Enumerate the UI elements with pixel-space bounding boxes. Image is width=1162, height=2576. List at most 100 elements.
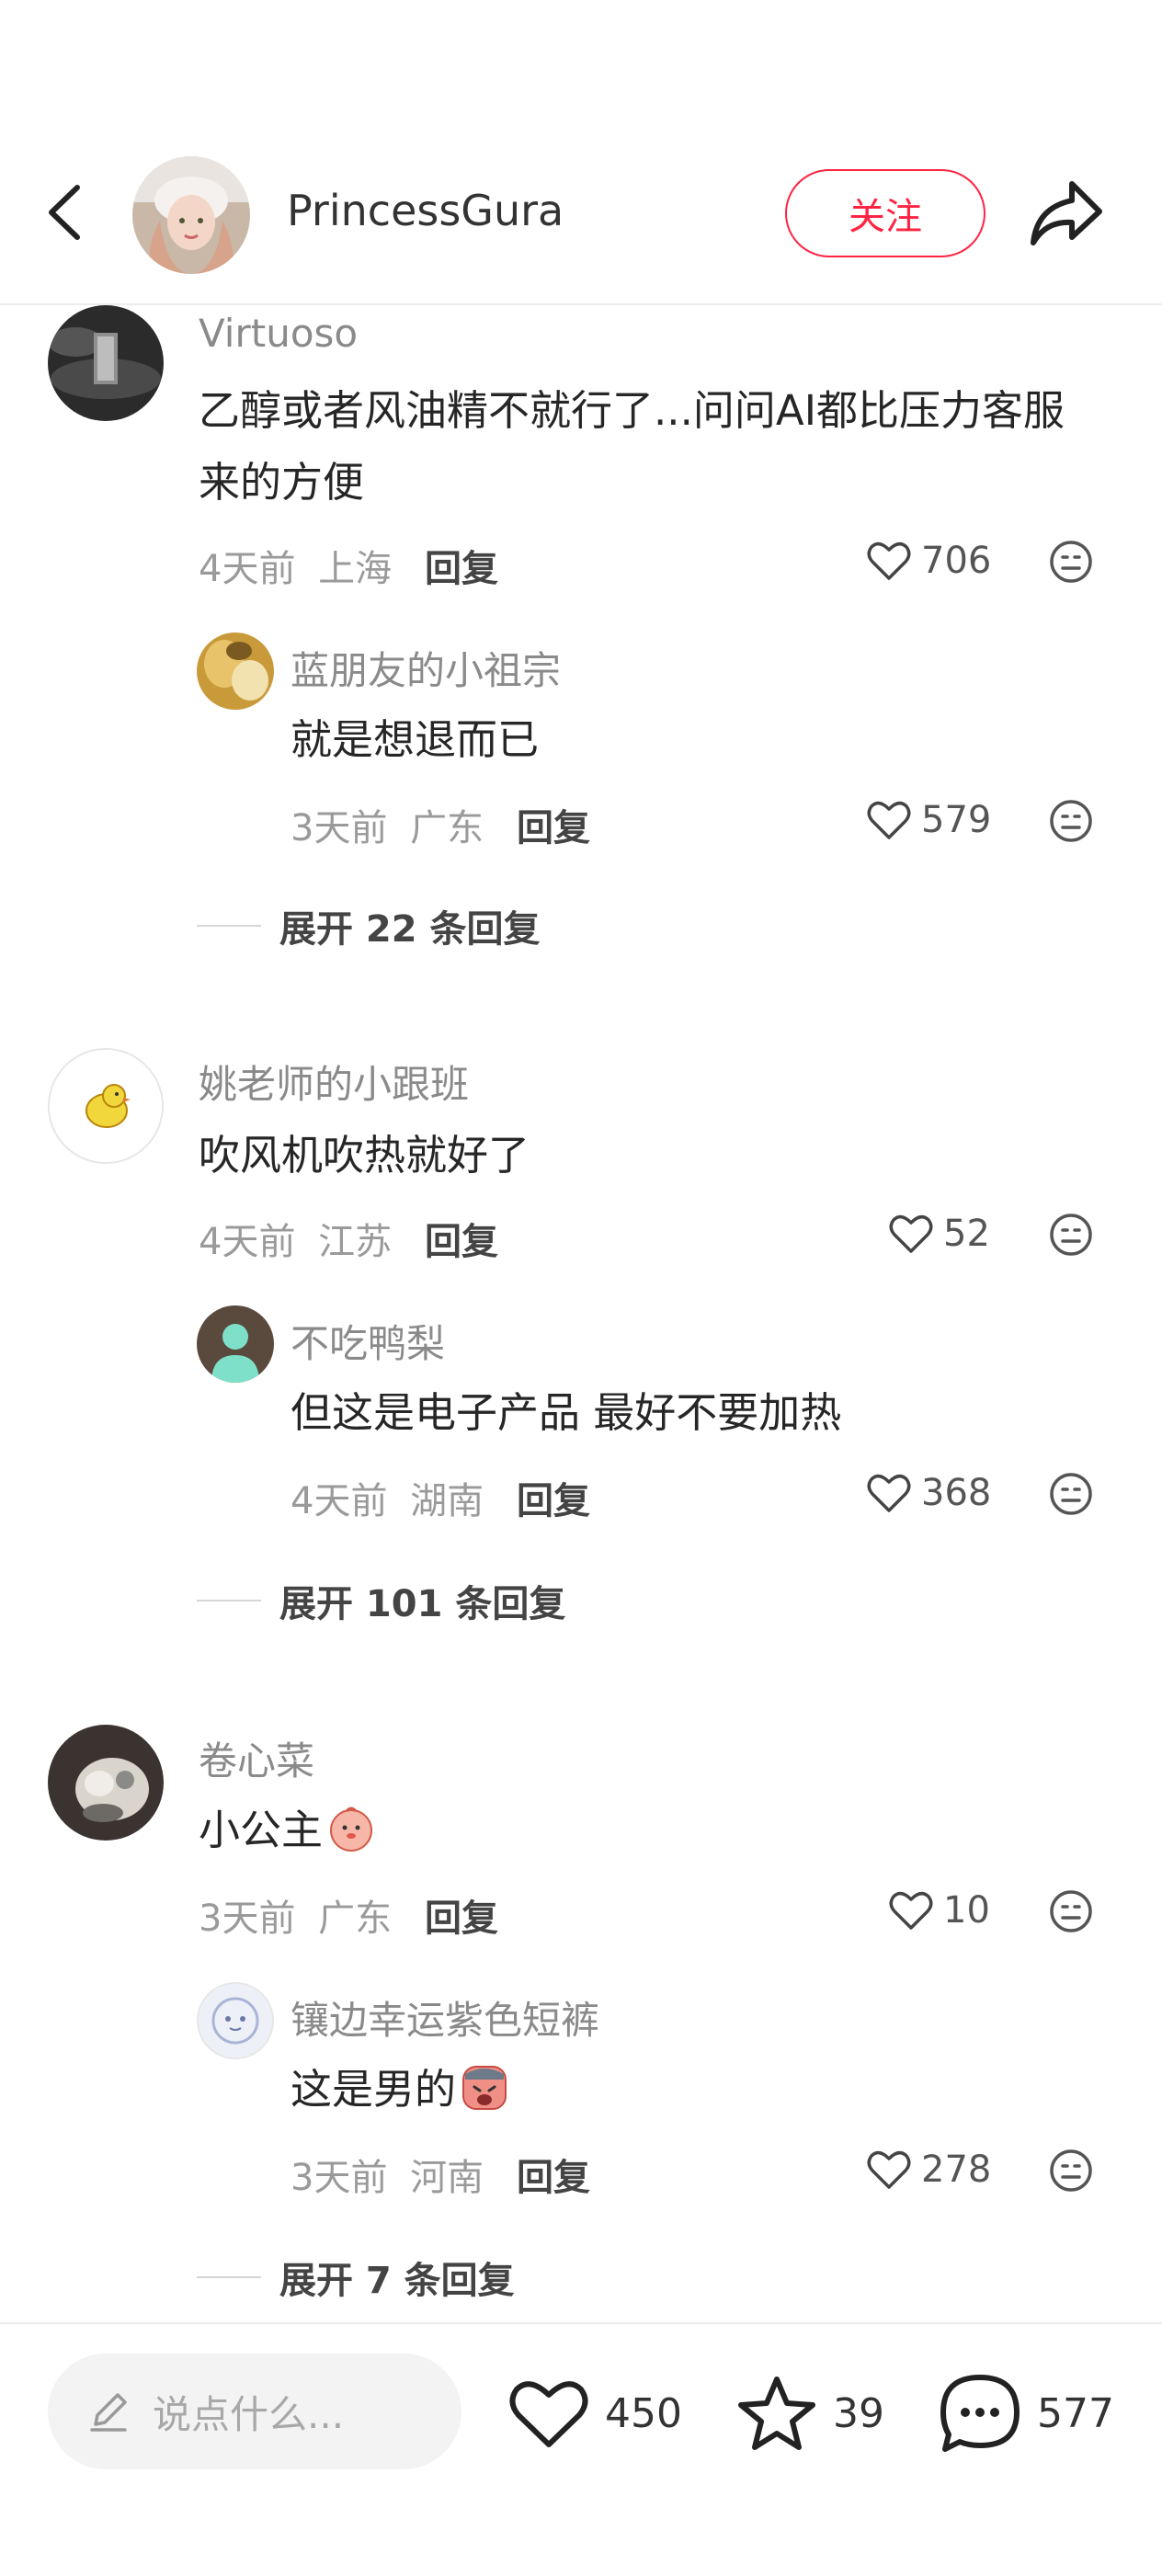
heart-icon <box>867 541 911 580</box>
emoji-face-icon <box>1050 2149 1092 2192</box>
emoji-face-icon <box>1050 800 1092 842</box>
collect-post-button[interactable]: 39 <box>735 2372 884 2455</box>
reply-button[interactable]: 回复 <box>425 539 498 592</box>
emoji-face-icon <box>1050 1473 1092 1515</box>
like-button[interactable]: 278 <box>866 2144 991 2195</box>
like-count: 52 <box>943 1213 990 1255</box>
back-arrow-icon <box>49 185 80 240</box>
chick-sticker-icon <box>326 1804 376 1853</box>
emoji-reaction-button[interactable] <box>1048 1888 1094 1934</box>
comment-location: 广东 <box>318 1898 393 1940</box>
like-count: 278 <box>921 2149 992 2191</box>
heart-icon <box>867 1474 911 1512</box>
reply-meta: 3天前 河南 <box>290 2148 484 2201</box>
emoji-face-icon <box>1050 541 1092 583</box>
comment-time: 4天前 <box>199 1221 296 1263</box>
share-icon <box>1031 181 1102 245</box>
expand-replies-button[interactable]: 展开 101 条回复 <box>197 1574 565 1627</box>
like-count: 706 <box>921 540 992 582</box>
commenter-name[interactable]: 卷心菜 <box>199 1730 314 1786</box>
post-like-count: 450 <box>605 2389 682 2437</box>
comment-input-placeholder: 说点什么... <box>153 2391 345 2437</box>
reply-button[interactable]: 回复 <box>517 798 590 851</box>
reply-meta: 3天前 广东 <box>290 798 484 851</box>
comment-text[interactable]: 乙醇或者风油精不就行了...问问AI都比压力客服来的方便 <box>199 375 1099 519</box>
comment-text[interactable]: 吹风机吹热就好了 <box>199 1120 530 1191</box>
emoji-reaction-button[interactable] <box>1048 798 1094 844</box>
heart-icon <box>889 1891 933 1930</box>
reply-time: 3天前 <box>290 2157 388 2199</box>
star-icon <box>738 2377 815 2450</box>
author-name[interactable]: PrincessGura <box>287 186 564 235</box>
commenter-avatar[interactable] <box>48 305 164 421</box>
divider-line <box>197 2276 261 2278</box>
reply-avatar[interactable] <box>197 1982 274 2059</box>
follow-button[interactable]: 关注 <box>785 169 985 257</box>
heart-icon <box>509 2381 588 2447</box>
commenter-avatar[interactable] <box>48 1725 164 1841</box>
share-button[interactable] <box>1026 177 1105 250</box>
back-button[interactable] <box>40 180 92 245</box>
comment-meta: 4天前 江苏 <box>199 1212 392 1265</box>
pencil-icon <box>90 2393 127 2432</box>
reply-location: 广东 <box>410 807 484 849</box>
reply-time: 3天前 <box>290 807 388 849</box>
emoji-reaction-button[interactable] <box>1048 1471 1094 1517</box>
like-button[interactable]: 706 <box>866 535 991 587</box>
reply-text[interactable]: 这是男的 <box>290 2054 509 2126</box>
replier-name[interactable]: 不吃鸭梨 <box>290 1313 445 1369</box>
comment-location: 江苏 <box>318 1221 393 1263</box>
commenter-name[interactable]: Virtuoso <box>199 311 358 356</box>
replier-name[interactable]: 蓝朋友的小祖宗 <box>290 640 561 696</box>
reply-avatar[interactable] <box>197 1305 274 1383</box>
reply-location: 湖南 <box>410 1480 484 1522</box>
reply-button[interactable]: 回复 <box>517 2148 590 2201</box>
reply-button[interactable]: 回复 <box>425 1212 498 1265</box>
like-count: 579 <box>921 799 992 841</box>
emoji-reaction-button[interactable] <box>1048 539 1094 585</box>
replier-name[interactable]: 镶边幸运紫色短裤 <box>290 1989 599 2046</box>
comment-time: 3天前 <box>199 1898 296 1940</box>
reply-button[interactable]: 回复 <box>517 1471 590 1524</box>
crying-face-sticker-icon <box>460 2063 509 2113</box>
comment-post-button[interactable]: 577 <box>938 2372 1114 2455</box>
post-comment-count: 577 <box>1037 2389 1114 2437</box>
like-button[interactable]: 579 <box>866 794 991 846</box>
like-post-button[interactable]: 450 <box>507 2372 682 2455</box>
top-nav-bar: PrincessGura 关注 <box>0 0 1162 305</box>
emoji-face-icon <box>1050 1890 1092 1932</box>
commenter-avatar[interactable] <box>48 1048 164 1164</box>
bottom-action-bar: 说点什么... 450 39 577 <box>0 2322 1162 2576</box>
like-button[interactable]: 10 <box>888 1885 990 1936</box>
comment-text-content: 小公主 <box>199 1806 324 1854</box>
reply-time: 4天前 <box>290 1480 388 1522</box>
like-button[interactable]: 368 <box>866 1467 991 1519</box>
heart-icon <box>867 2150 911 2189</box>
reply-location: 河南 <box>410 2157 484 2199</box>
expand-replies-label: 展开 101 条回复 <box>279 1583 566 1625</box>
heart-icon <box>889 1214 933 1253</box>
comment-meta: 3天前 广东 <box>199 1888 392 1942</box>
comment-time: 4天前 <box>199 548 296 590</box>
like-button[interactable]: 52 <box>888 1208 990 1260</box>
commenter-name[interactable]: 姚老师的小跟班 <box>199 1054 469 1110</box>
divider-line <box>197 1600 261 1601</box>
comment-location: 上海 <box>318 548 393 590</box>
expand-replies-button[interactable]: 展开 7 条回复 <box>197 2251 515 2304</box>
divider-line <box>197 925 261 927</box>
expand-replies-label: 展开 7 条回复 <box>279 2260 515 2302</box>
reply-avatar[interactable] <box>197 633 274 710</box>
comment-bubble-icon <box>940 2375 1020 2452</box>
author-avatar[interactable] <box>132 156 250 274</box>
heart-icon <box>867 801 911 839</box>
reply-text-content: 这是男的 <box>290 2065 457 2114</box>
reply-text[interactable]: 就是想退而已 <box>290 704 539 776</box>
expand-replies-button[interactable]: 展开 22 条回复 <box>197 899 541 952</box>
comment-input[interactable]: 说点什么... <box>48 2354 461 2469</box>
reply-text[interactable]: 但这是电子产品 最好不要加热 <box>290 1377 841 1449</box>
reply-button[interactable]: 回复 <box>425 1888 498 1942</box>
reply-meta: 4天前 湖南 <box>290 1471 484 1524</box>
comment-text[interactable]: 小公主 <box>199 1795 376 1866</box>
emoji-reaction-button[interactable] <box>1048 2148 1094 2194</box>
emoji-reaction-button[interactable] <box>1048 1212 1094 1258</box>
